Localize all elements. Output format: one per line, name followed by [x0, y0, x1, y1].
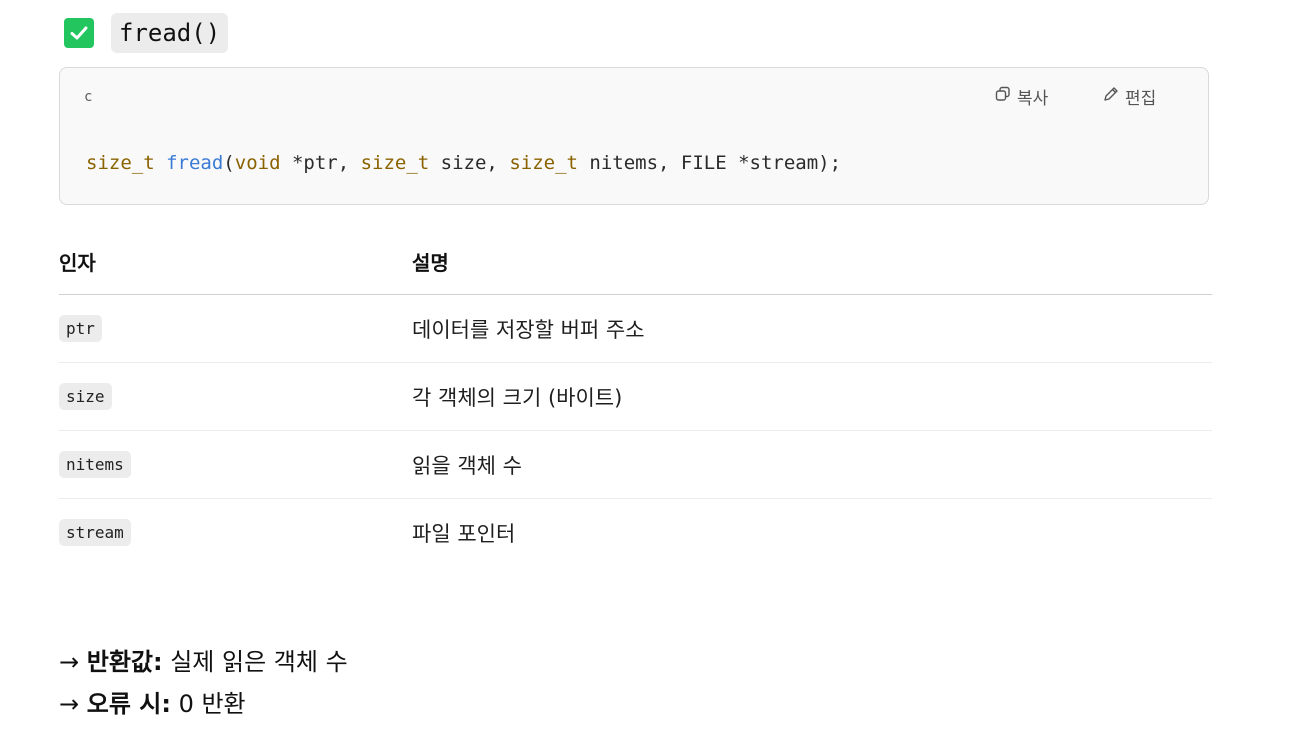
- note-text: 0 반환: [170, 690, 246, 718]
- copy-icon: [995, 86, 1011, 107]
- copy-button[interactable]: 복사: [995, 84, 1048, 109]
- section-heading: fread(): [64, 13, 229, 53]
- code-token-function: fread: [166, 152, 224, 174]
- code-token: size,: [429, 152, 510, 174]
- argument-cell: size: [59, 362, 412, 431]
- code-token-type: void: [234, 152, 281, 174]
- argument-cell: ptr: [59, 294, 412, 363]
- arrow-icon: →: [59, 648, 87, 676]
- column-header-description: 설명: [412, 229, 1212, 295]
- edit-label: 편집: [1125, 89, 1157, 109]
- arrow-icon: →: [59, 690, 87, 718]
- function-name: fread(): [111, 13, 229, 53]
- column-header-argument: 인자: [59, 229, 412, 295]
- checkmark-icon: [64, 18, 94, 48]
- description-cell: 파일 포인터: [412, 521, 516, 546]
- arguments-table: 인자 설명 ptr 데이터를 저장할 버퍼 주소 size 각 객체의 크기 (…: [59, 229, 1212, 566]
- argument-code: ptr: [59, 315, 102, 342]
- note-label: 오류 시:: [86, 690, 171, 718]
- code-token: (: [223, 152, 235, 174]
- pencil-icon: [1103, 86, 1119, 107]
- code-token-type: size_t: [86, 152, 155, 174]
- code-line: size_t fread(void *ptr, size_t size, siz…: [86, 152, 841, 174]
- edit-button[interactable]: 편집: [1103, 84, 1156, 109]
- return-value-note: → 반환값: 실제 읽은 객체 수: [59, 642, 348, 677]
- code-block: c 복사 편집 size_t fread(void *ptr, size_t s…: [59, 67, 1209, 205]
- note-text: 실제 읽은 객체 수: [162, 648, 348, 676]
- code-token-type: size_t: [509, 152, 578, 174]
- argument-cell: nitems: [59, 430, 412, 499]
- table-row: ptr 데이터를 저장할 버퍼 주소: [59, 294, 1212, 363]
- description-cell: 읽을 객체 수: [412, 430, 1212, 499]
- table-header-row: 인자 설명: [59, 229, 1212, 295]
- table-row: nitems 읽을 객체 수: [59, 430, 1212, 499]
- note-label: 반환값:: [86, 648, 163, 676]
- code-token-type: size_t: [360, 152, 430, 174]
- description-cell: 각 객체의 크기 (바이트): [412, 362, 1212, 431]
- code-token: *ptr,: [280, 152, 361, 174]
- table-row: stream 파일 포인터: [59, 499, 1212, 567]
- copy-label: 복사: [1017, 89, 1049, 109]
- argument-code: size: [59, 383, 112, 410]
- argument-cell: stream: [59, 499, 412, 567]
- table-row: size 각 객체의 크기 (바이트): [59, 362, 1212, 431]
- description-cell: 데이터를 저장할 버퍼 주소: [412, 294, 1212, 363]
- code-language-label: c: [84, 89, 93, 105]
- code-token: nitems, FILE *stream);: [577, 152, 842, 174]
- error-note: → 오류 시: 0 반환: [59, 684, 246, 719]
- argument-code: nitems: [59, 451, 131, 478]
- argument-code: stream: [59, 519, 131, 546]
